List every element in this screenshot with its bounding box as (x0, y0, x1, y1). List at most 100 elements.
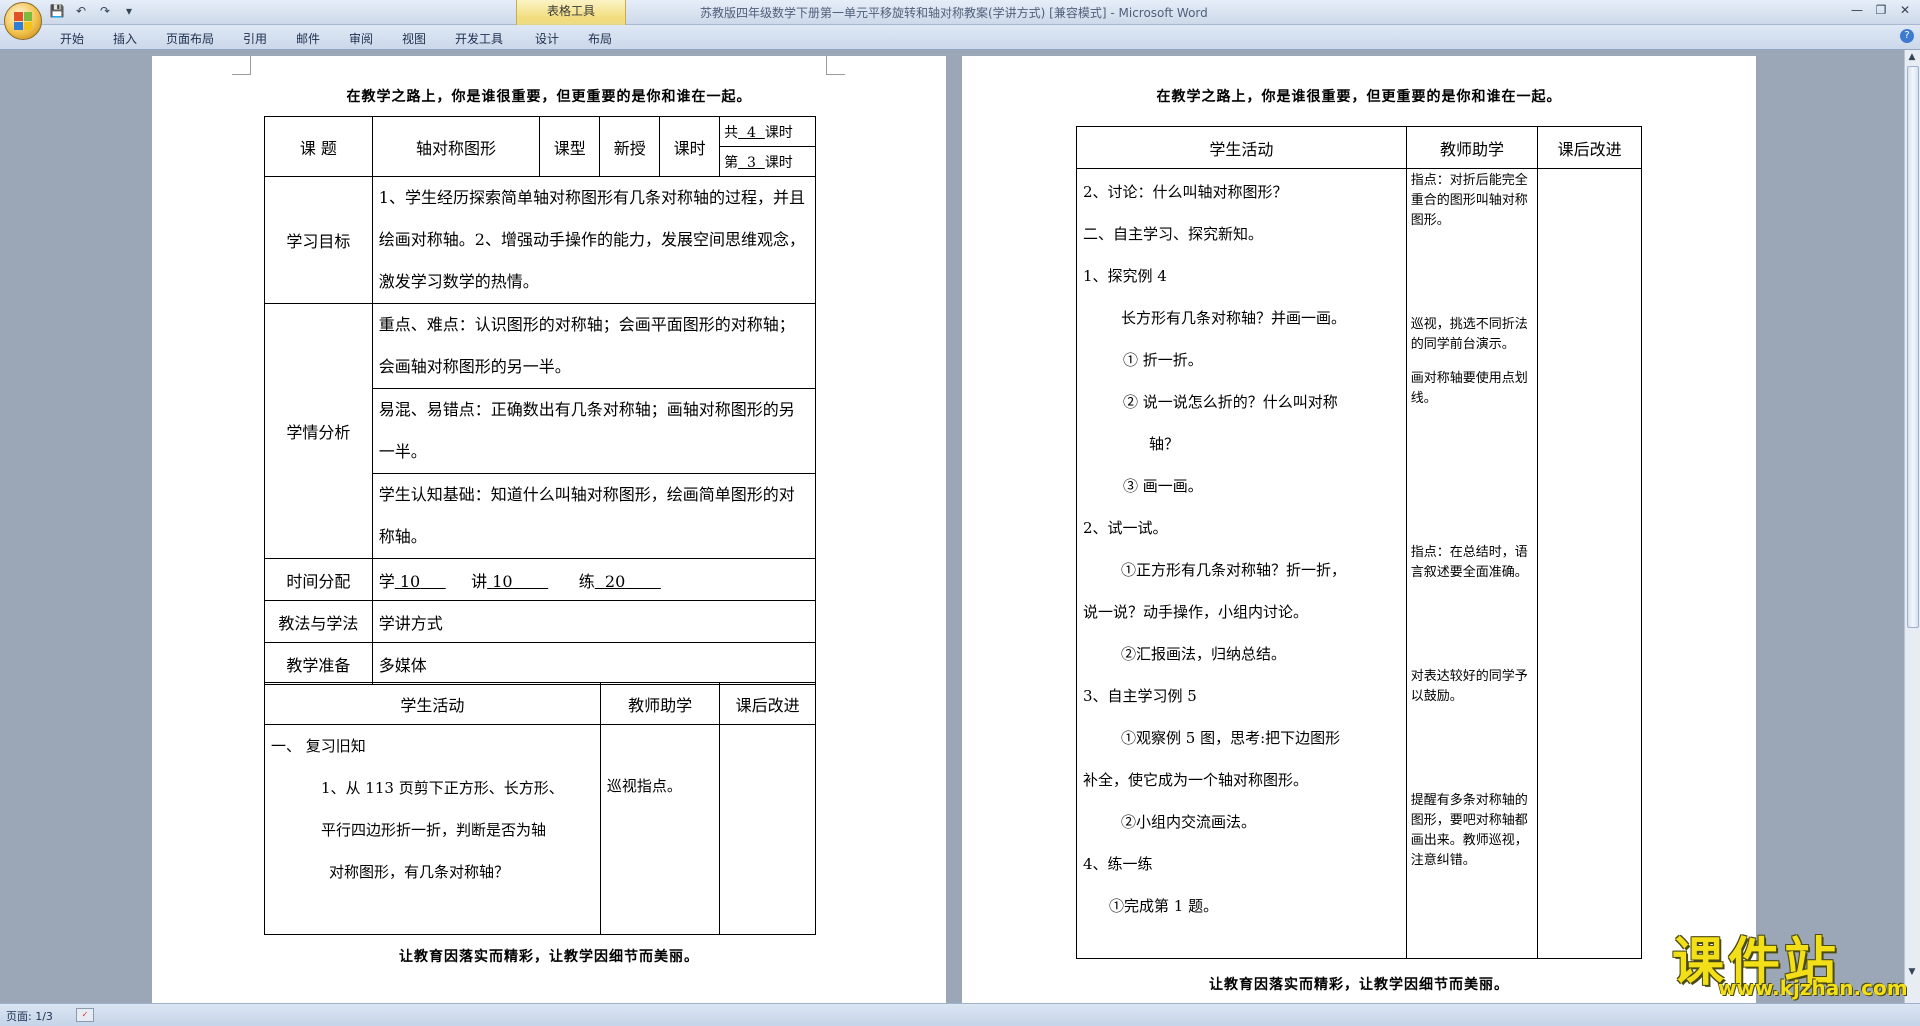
activity-line: ①观察例 5 图，思考:把下边图形 (1121, 729, 1341, 747)
activity-line: 2、讨论：什么叫轴对称图形？ (1083, 183, 1288, 201)
key-points-text: 重点、难点：认识图形的对称轴；会画平面图形的对称轴；会画轴对称图形的另一半。 (371, 303, 817, 389)
activity-line: 平行四边形折一折，判断是否为轴 (321, 821, 547, 839)
ribbon-tabs: 开始 插入 页面布局 引用 邮件 审阅 视图 开发工具 设计 布局 ? (0, 25, 1920, 50)
time-allocation: 学 10 讲 10 练 20 (371, 558, 817, 601)
tab-developer[interactable]: 开发工具 (455, 30, 503, 47)
col-after-class: 课后改进 (1537, 126, 1642, 169)
total-hours: 共 4 课时 (719, 116, 816, 147)
page-count-status[interactable]: 页面: 1/3 (6, 1008, 53, 1024)
tab-page-layout[interactable]: 页面布局 (166, 30, 214, 47)
time-label: 时间分配 (264, 558, 373, 601)
restore-icon[interactable]: ❐ (1870, 1, 1892, 19)
time-practice-value: 20 (595, 572, 661, 591)
activity-line: 轴？ (1149, 435, 1180, 453)
time-teach-num: 10 (492, 571, 513, 591)
activity-line: 长方形有几条对称轴？并画一画。 (1121, 309, 1347, 327)
activity-line: 4、练一练 (1083, 855, 1153, 873)
activity-table: 学生活动 教师助学 课后改进 一、 复习旧知 1、从 113 页剪下正方形、长方… (264, 682, 816, 935)
title-bar: 💾 ↶ ↷ ▾ 苏教版四年级数学下册第一单元平移旋转和轴对称教案(学讲方式) [… (0, 0, 1920, 25)
after-class-cell (719, 724, 816, 935)
quick-access-toolbar: 💾 ↶ ↷ ▾ (48, 3, 138, 19)
save-icon[interactable]: 💾 (48, 3, 66, 19)
activity-line: ①正方形有几条对称轴？折一折， (1121, 561, 1347, 579)
hours-label: 课时 (659, 116, 721, 177)
page-footer: 让教育因落实而精彩，让教学因细节而美丽。 (1209, 977, 1509, 993)
prep-label: 教学准备 (264, 642, 373, 685)
method-label: 教法与学法 (264, 600, 373, 643)
activity-line: 二、自主学习、探究新知。 (1083, 225, 1264, 243)
tab-mailings[interactable]: 邮件 (296, 30, 320, 47)
time-study-label: 学 (378, 571, 395, 591)
index-num: 3 (738, 155, 765, 171)
margin-corner-mark (232, 56, 251, 75)
help-note: 提醒有多条对称轴的图形，要吧对称轴都画出来。教师巡视，注意纠错。 (1410, 793, 1528, 868)
scroll-thumb[interactable] (1907, 66, 1919, 628)
activity-line: 3、自主学习例 5 (1083, 687, 1197, 705)
type-label: 课型 (539, 116, 601, 177)
activity-line: 说一说？动手操作，小组内讨论。 (1083, 603, 1309, 621)
minimize-icon[interactable]: — (1846, 1, 1868, 19)
time-teach-label: 讲 (471, 571, 488, 591)
redo-icon[interactable]: ↷ (96, 3, 114, 19)
col-teacher-help: 教师助学 (1405, 126, 1539, 169)
confusion-text: 易混、易错点：正确数出有几条对称轴；画轴对称图形的另一半。 (371, 388, 817, 474)
help-note: 指点：在总结时，语言叙述要全面准确。 (1410, 545, 1528, 580)
activity-line: ③ 画一画。 (1123, 477, 1203, 495)
basis-text: 学生认知基础：知道什么叫轴对称图形，绘画简单图形的对称轴。 (371, 473, 817, 559)
watermark-url: www.kjzhan.com (1718, 976, 1908, 1000)
tab-layout[interactable]: 布局 (588, 30, 612, 47)
customize-icon[interactable]: ▾ (120, 3, 138, 19)
scroll-up-icon[interactable]: ▲ (1907, 52, 1917, 62)
prep-value: 多媒体 (371, 642, 817, 685)
activity-line: 一、 复习旧知 (271, 737, 366, 755)
help-note: 画对称轴要使用点划线。 (1410, 371, 1528, 406)
course-title: 轴对称图形 (371, 116, 541, 177)
col-after-class: 课后改进 (719, 682, 816, 725)
time-teach-value: 10 (487, 572, 548, 591)
tab-design[interactable]: 设计 (535, 30, 559, 47)
index-num-value: 3 (746, 154, 756, 171)
help-note: 指点：对折后能完全重合的图形叫轴对称图形。 (1410, 173, 1528, 228)
activity-table-continued: 学生活动 教师助学 课后改进 2、讨论：什么叫轴对称图形？ 二、自主学习、探究新… (1076, 126, 1642, 959)
lesson-plan-table: 课 题 轴对称图形 课型 新授 课时 共 4 课时 第 3 课时 学习目标 1、… (264, 116, 817, 685)
student-activity-cell: 2、讨论：什么叫轴对称图形？ 二、自主学习、探究新知。 1、探究例 4 长方形有… (1076, 168, 1407, 959)
col-teacher-help: 教师助学 (599, 682, 721, 725)
tab-review[interactable]: 审阅 (349, 30, 373, 47)
tab-insert[interactable]: 插入 (113, 30, 137, 47)
total-num: 4 (738, 125, 765, 141)
office-button[interactable] (4, 2, 42, 40)
help-icon[interactable]: ? (1900, 29, 1914, 43)
table-tools-label: 表格工具 (546, 4, 595, 18)
close-icon[interactable]: ✕ (1894, 1, 1916, 19)
col-student-activity: 学生活动 (1076, 126, 1407, 169)
type-value: 新授 (599, 116, 661, 177)
goals-label: 学习目标 (264, 176, 373, 304)
activity-line: ② 说一说怎么折的？什么叫对称 (1123, 393, 1338, 411)
help-note: 对表达较好的同学予以鼓励。 (1410, 669, 1528, 704)
after-class-cell (1537, 168, 1642, 959)
index-prefix: 第 (724, 154, 739, 171)
total-num-value: 4 (746, 124, 756, 141)
margin-corner-mark (826, 56, 845, 75)
total-prefix: 共 (724, 124, 739, 141)
document-area[interactable]: 在教学之路上，你是谁很重要，但更重要的是你和谁在一起。 课 题 轴对称图形 课型… (0, 50, 1905, 1003)
activity-line: ① 折一折。 (1123, 351, 1203, 369)
vertical-scrollbar[interactable]: ▲ ▼ (1904, 50, 1920, 1003)
teacher-help-cell: 巡视指点。 (599, 724, 721, 935)
tab-references[interactable]: 引用 (243, 30, 267, 47)
activity-line: 补全，使它成为一个轴对称图形。 (1083, 771, 1309, 789)
activity-line: 1、探究例 4 (1083, 267, 1167, 285)
proofing-icon[interactable]: ✓ (76, 1008, 94, 1022)
tab-home[interactable]: 开始 (60, 30, 84, 47)
hours-suffix: 课时 (764, 124, 793, 141)
time-practice-label: 练 (578, 571, 595, 591)
page-footer: 让教育因落实而精彩，让教学因细节而美丽。 (399, 949, 699, 965)
page-2: 在教学之路上，你是谁很重要，但更重要的是你和谁在一起。 学生活动 教师助学 课后… (962, 56, 1756, 1003)
page-header: 在教学之路上，你是谁很重要，但更重要的是你和谁在一起。 (1156, 89, 1562, 105)
scroll-down-icon[interactable]: ▼ (1907, 967, 1917, 977)
tab-view[interactable]: 视图 (402, 30, 426, 47)
undo-icon[interactable]: ↶ (72, 3, 90, 19)
time-study-num: 10 (399, 571, 421, 591)
watermark-logo: 课件站 www.kjzhan.com (1660, 920, 1908, 1000)
analysis-label: 学情分析 (264, 303, 373, 559)
